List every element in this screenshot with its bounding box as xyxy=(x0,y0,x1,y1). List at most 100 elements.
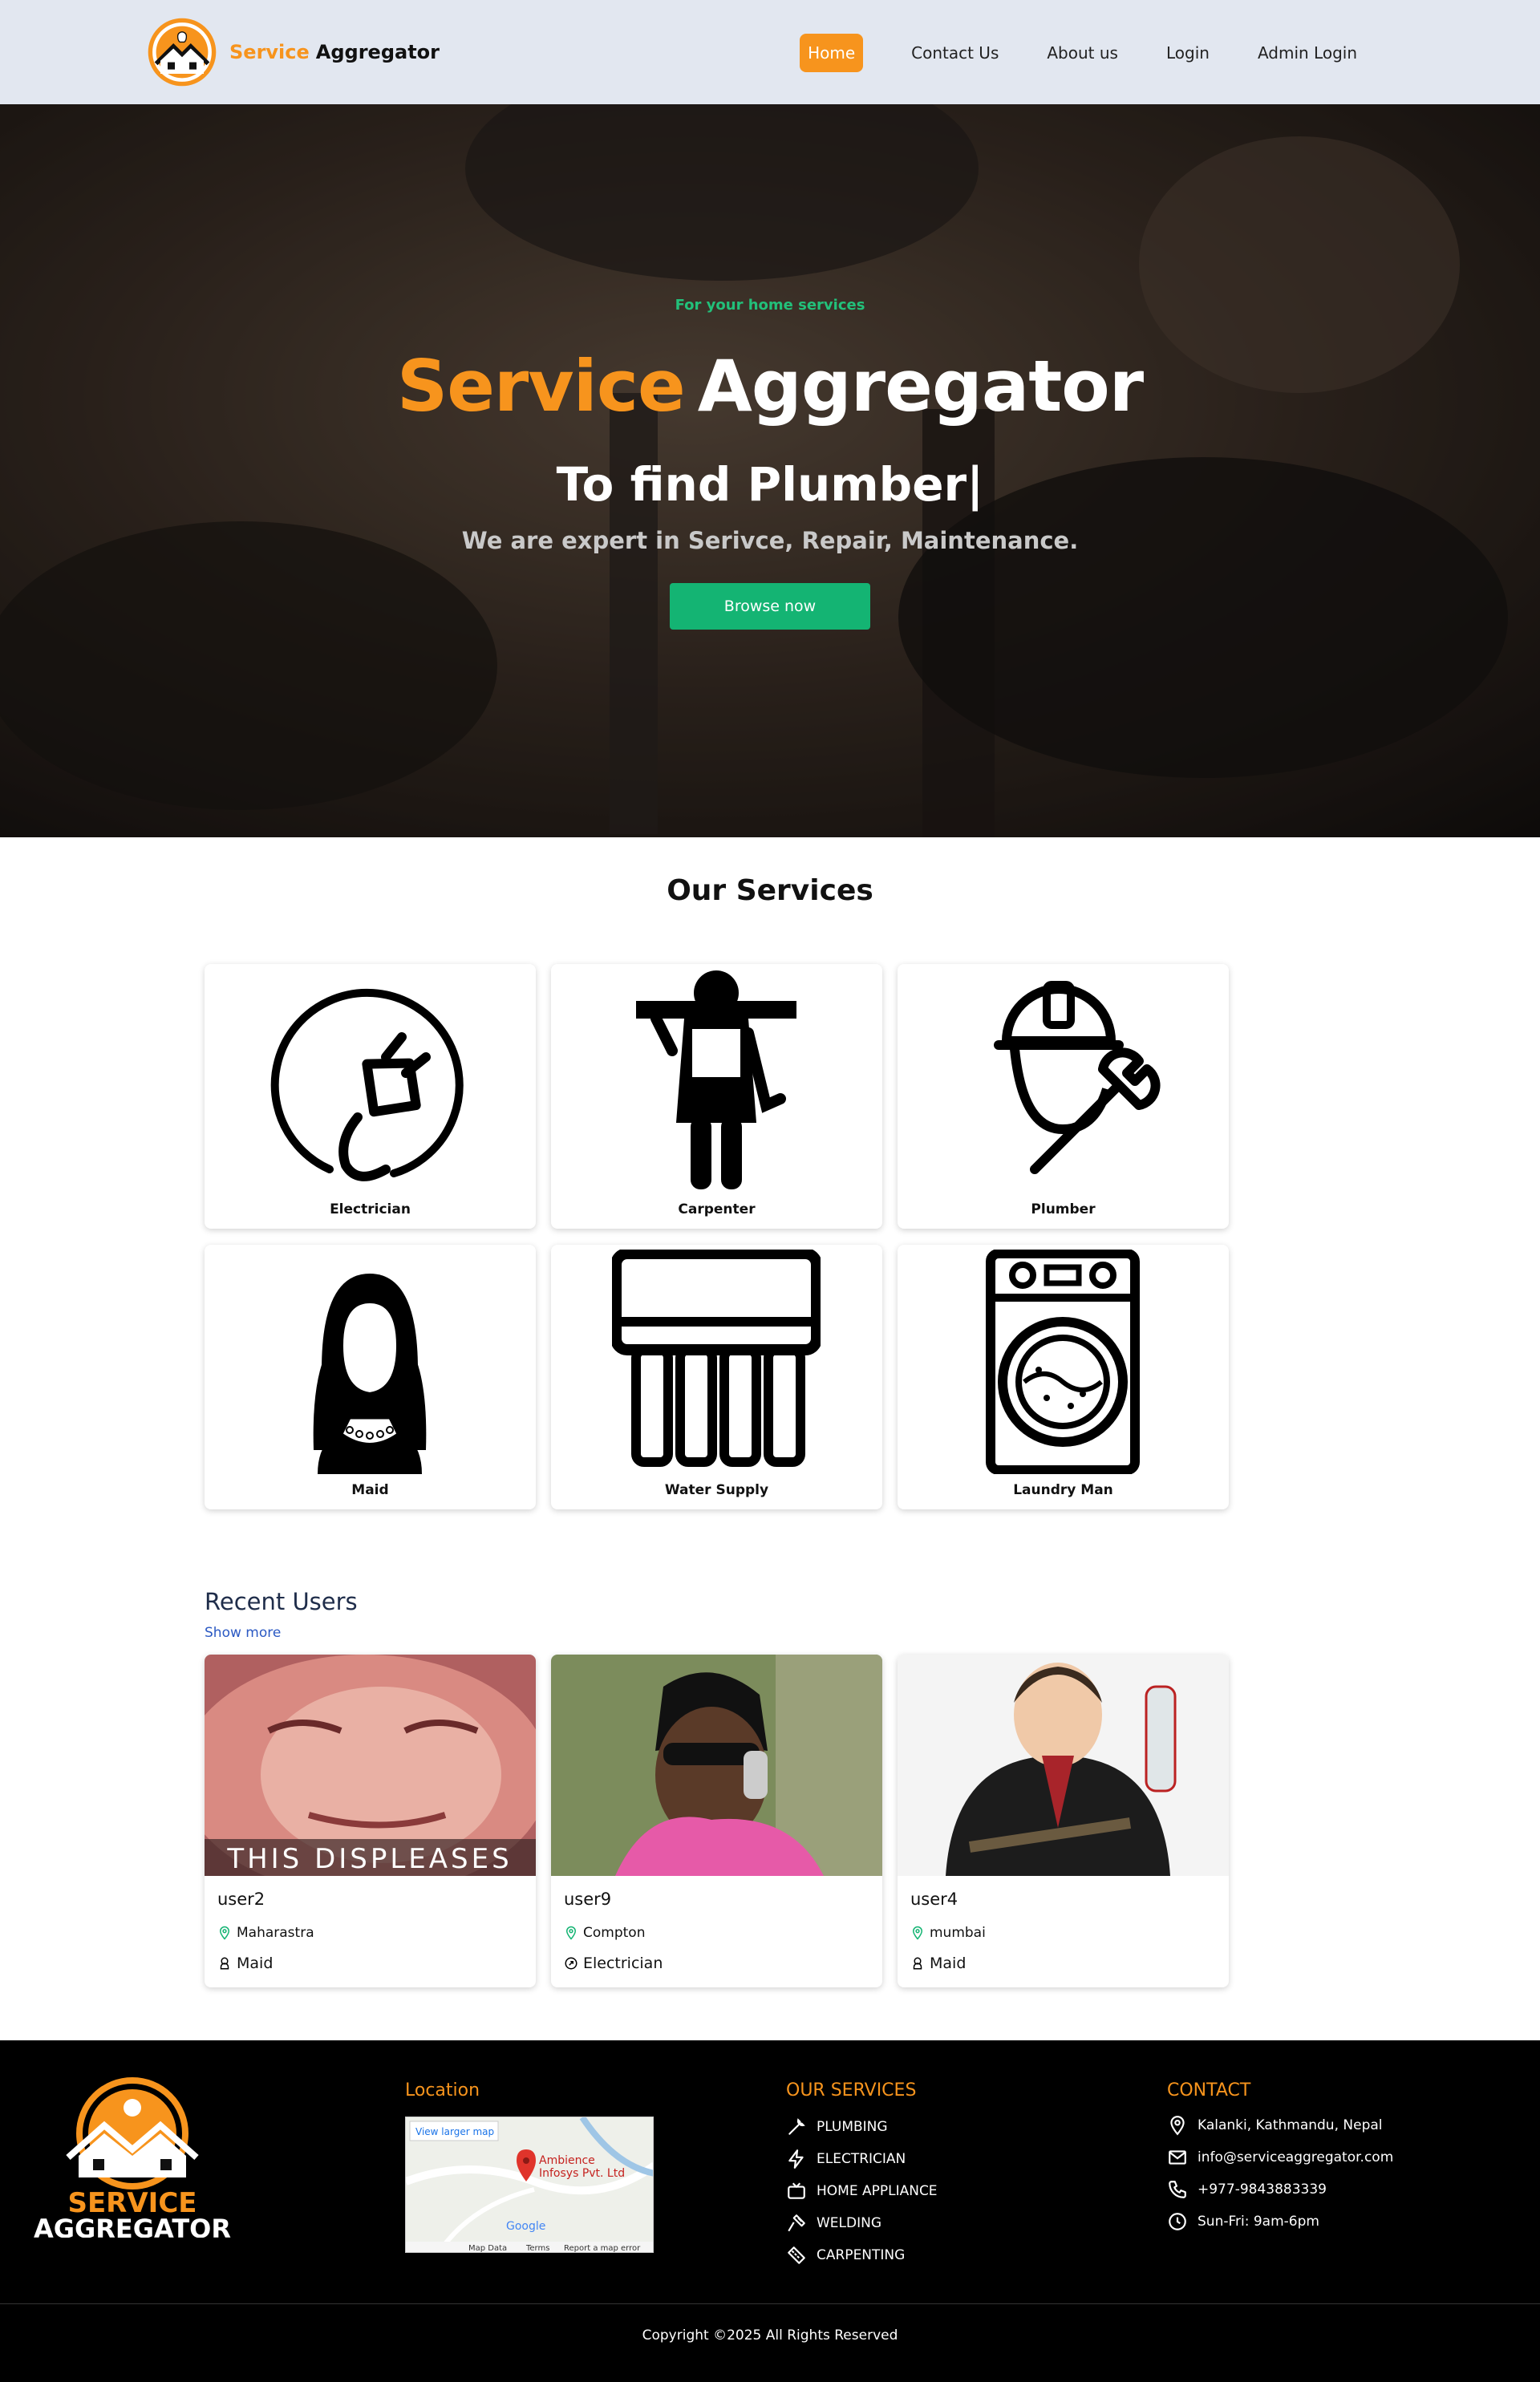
user-role: Electrician xyxy=(564,1955,663,1972)
location-pin-icon xyxy=(1170,2116,1185,2136)
ruler-icon xyxy=(788,2246,805,2264)
footer-service-item[interactable]: ELECTRICIAN xyxy=(786,2143,938,2175)
map-place-line1: Ambience xyxy=(539,2154,595,2167)
footer-service-label: HOME APPLIANCE xyxy=(817,2183,938,2199)
hammer-icon xyxy=(788,2214,805,2232)
hero-typing-subtitle: To find Plumber| xyxy=(556,457,984,512)
footer-service-item[interactable]: WELDING xyxy=(786,2207,938,2239)
phone-icon xyxy=(1169,2181,1186,2198)
browse-now-button[interactable]: Browse now xyxy=(670,583,870,630)
washing-machine-icon xyxy=(986,1250,1140,1474)
user-name: user2 xyxy=(217,1890,265,1909)
contact-item[interactable]: info@serviceaggregator.com xyxy=(1167,2141,1393,2173)
services-grid: Electrician Carpenter Plumber Maid Water… xyxy=(205,964,1230,1509)
footer-logo: SERVICE AGGREGATOR xyxy=(34,2077,231,2238)
map-pin-icon xyxy=(565,1926,577,1940)
hero-title-rest: Aggregator xyxy=(697,345,1144,427)
map-google-logo: Google xyxy=(506,2220,545,2233)
hero-title-accent: Service xyxy=(396,345,686,427)
service-card-maid[interactable]: Maid xyxy=(205,1245,536,1509)
recent-users-title: Recent Users xyxy=(205,1588,358,1615)
brand-logo-icon xyxy=(148,18,217,87)
lightning-icon xyxy=(788,2149,804,2169)
plug-icon xyxy=(270,988,464,1181)
contact-item: Sun-Fri: 9am-6pm xyxy=(1167,2206,1393,2238)
footer-service-label: CARPENTING xyxy=(817,2247,906,2263)
footer-contact-list: Kalanki, Kathmandu, Nepal info@serviceag… xyxy=(1167,2109,1393,2238)
footer-divider xyxy=(0,2303,1540,2304)
water-supply-icon xyxy=(612,1250,821,1467)
footer-logo-line2: AGGREGATOR xyxy=(34,2214,231,2238)
user-name: user4 xyxy=(910,1890,958,1909)
brand-name: Service Aggregator xyxy=(229,41,440,63)
user-card[interactable]: THIS DISPLEASES user2 Maharastra Maid xyxy=(205,1655,536,1987)
image-caption: THIS DISPLEASES xyxy=(226,1843,512,1875)
nav-contact-us[interactable]: Contact Us xyxy=(911,34,999,72)
footer-service-label: ELECTRICIAN xyxy=(817,2151,906,2167)
footer-service-item[interactable]: PLUMBING xyxy=(786,2111,938,2143)
clock-icon xyxy=(1169,2213,1186,2230)
service-card-laundry-man[interactable]: Laundry Man xyxy=(898,1245,1229,1509)
maid-icon xyxy=(313,1274,427,1474)
service-label: Maid xyxy=(351,1482,389,1498)
user-location: Compton xyxy=(564,1925,645,1941)
nav-login[interactable]: Login xyxy=(1166,34,1210,72)
recent-users-grid: THIS DISPLEASES user2 Maharastra Maid us… xyxy=(205,1655,1229,1987)
nav-admin-login[interactable]: Admin Login xyxy=(1258,34,1357,72)
electrician-icon xyxy=(565,1957,578,1970)
user-location: Maharastra xyxy=(217,1925,314,1941)
maid-icon xyxy=(220,1957,229,1970)
user-name: user9 xyxy=(564,1890,612,1909)
location-title: Location xyxy=(405,2080,480,2100)
user-role: Maid xyxy=(217,1955,273,1972)
carpenter-icon xyxy=(636,970,796,1189)
service-card-water-supply[interactable]: Water Supply xyxy=(551,1245,882,1509)
contact-title: CONTACT xyxy=(1167,2080,1251,2100)
nav-home[interactable]: Home xyxy=(800,34,864,72)
map-pin-icon xyxy=(912,1926,923,1940)
service-label: Water Supply xyxy=(664,1482,769,1498)
nav-links: Home Contact Us About us Login Admin Log… xyxy=(752,34,1540,72)
plumber-icon xyxy=(994,981,1161,1174)
maid-icon xyxy=(913,1957,922,1970)
hero-title: Service Aggregator xyxy=(0,345,1540,427)
service-label: Laundry Man xyxy=(1013,1482,1113,1498)
user-card[interactable]: user4 mumbai Maid xyxy=(898,1655,1229,1987)
footer-service-label: PLUMBING xyxy=(817,2119,888,2135)
mail-icon xyxy=(1169,2150,1186,2165)
map-report-link: Report a map error xyxy=(564,2244,641,2253)
map-terms-link: Terms xyxy=(525,2244,549,2253)
show-more-link[interactable]: Show more xyxy=(205,1625,281,1641)
contact-item[interactable]: +977-9843883339 xyxy=(1167,2173,1393,2206)
service-card-plumber[interactable]: Plumber xyxy=(898,964,1229,1229)
user-location-text: mumbai xyxy=(930,1925,986,1941)
service-card-electrician[interactable]: Electrician xyxy=(205,964,536,1229)
user-role-text: Maid xyxy=(930,1955,967,1972)
user-location: mumbai xyxy=(910,1925,986,1941)
user-location-text: Compton xyxy=(583,1925,646,1941)
footer-service-item[interactable]: CARPENTING xyxy=(786,2239,938,2271)
brand[interactable]: Service Aggregator xyxy=(144,16,440,88)
contact-item: Kalanki, Kathmandu, Nepal xyxy=(1167,2109,1393,2141)
contact-address: Kalanki, Kathmandu, Nepal xyxy=(1198,2117,1383,2133)
user-role-text: Maid xyxy=(237,1955,274,1972)
footer-services-list: PLUMBING ELECTRICIAN HOME APPLIANCE WELD… xyxy=(786,2111,938,2271)
user-role: Maid xyxy=(910,1955,966,1972)
footer-service-item[interactable]: HOME APPLIANCE xyxy=(786,2175,938,2207)
service-label: Plumber xyxy=(1031,1201,1096,1217)
location-map[interactable]: View larger map Ambience Infosys Pvt. Lt… xyxy=(405,2117,654,2253)
navbar: Service Aggregator Home Contact Us About … xyxy=(0,0,1540,104)
contact-phone: +977-9843883339 xyxy=(1198,2181,1327,2198)
contact-email: info@serviceaggregator.com xyxy=(1198,2149,1394,2165)
nav-about-us[interactable]: About us xyxy=(1047,34,1118,72)
service-card-carpenter[interactable]: Carpenter xyxy=(551,964,882,1229)
service-label: Electrician xyxy=(330,1201,411,1217)
user-photo: THIS DISPLEASES xyxy=(205,1655,536,1876)
copyright: Copyright ©2025 All Rights Reserved xyxy=(642,2327,898,2344)
footer: SERVICE AGGREGATOR Location View larger … xyxy=(0,2040,1540,2382)
services-title: Our Services xyxy=(667,874,873,907)
map-image: View larger map Ambience Infosys Pvt. Lt… xyxy=(406,2117,653,2253)
contact-hours: Sun-Fri: 9am-6pm xyxy=(1198,2214,1319,2230)
user-card[interactable]: user9 Compton Electrician xyxy=(551,1655,882,1987)
user-photo xyxy=(551,1655,882,1876)
